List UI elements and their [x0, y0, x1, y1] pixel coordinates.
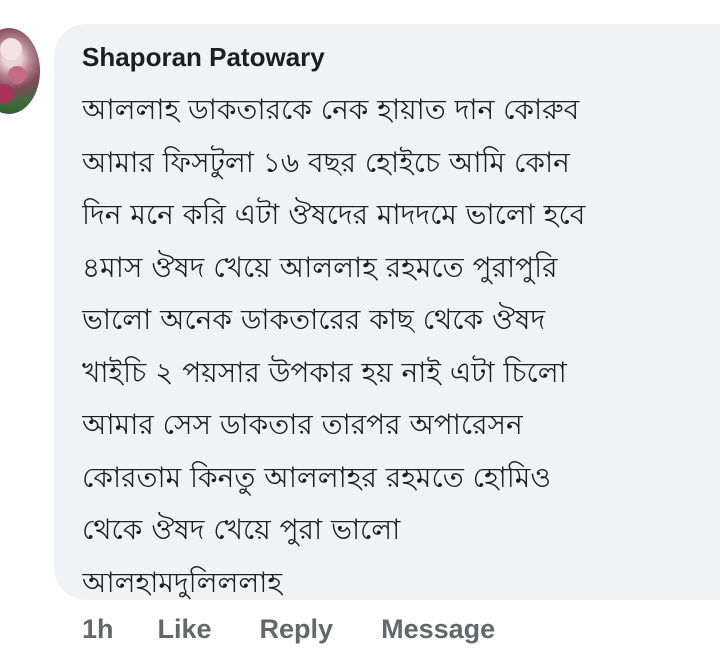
- comment-author[interactable]: Shaporan Patowary: [82, 42, 325, 73]
- comment-line: আললাহ ডাকতারকে নেক হায়াত দান কোরুব: [82, 93, 580, 126]
- comment-timestamp[interactable]: 1h: [82, 614, 114, 645]
- comment-text: আললাহ ডাকতারকে নেক হায়াত দান কোরুব আমার…: [82, 84, 712, 609]
- avatar[interactable]: [0, 28, 40, 114]
- comment-actions: 1h Like Reply Message: [82, 614, 543, 645]
- message-button[interactable]: Message: [381, 614, 495, 645]
- avatar-flower-3: [0, 84, 14, 104]
- comment-line: খাইচি ২ পয়সার উপকার হয় নাই এটা চিলো: [82, 355, 567, 389]
- comment-line: থেকে ঔষদ খেয়ে পুরা ভালো: [82, 513, 401, 546]
- like-button[interactable]: Like: [158, 614, 212, 645]
- comment-line: ৪মাস ঔষদ খেয়ে আললাহ রহমতে পুরাপুরি: [82, 250, 558, 284]
- comment-line: আলহামদুলিললাহ: [82, 565, 283, 599]
- comment-line: আমার ফিসটুলা ১৬ বছর হোইচে আমি কোন: [82, 145, 570, 179]
- comment-line: আমার সেস ডাকতার তারপর অপারেসন: [82, 408, 523, 441]
- reply-button[interactable]: Reply: [260, 614, 334, 645]
- avatar-flower-1: [0, 38, 22, 60]
- comment-line: ভালো অনেক ডাকতারের কাছ থেকে ঔষদ: [82, 303, 546, 336]
- avatar-flower-2: [8, 66, 26, 84]
- comment-line: দিন মনে করি এটা ঔষদের মাদদমে ভালো হবে: [82, 198, 586, 231]
- comment-line: কোরতাম কিনতু আললাহর রহমতে হোমিও: [82, 460, 551, 494]
